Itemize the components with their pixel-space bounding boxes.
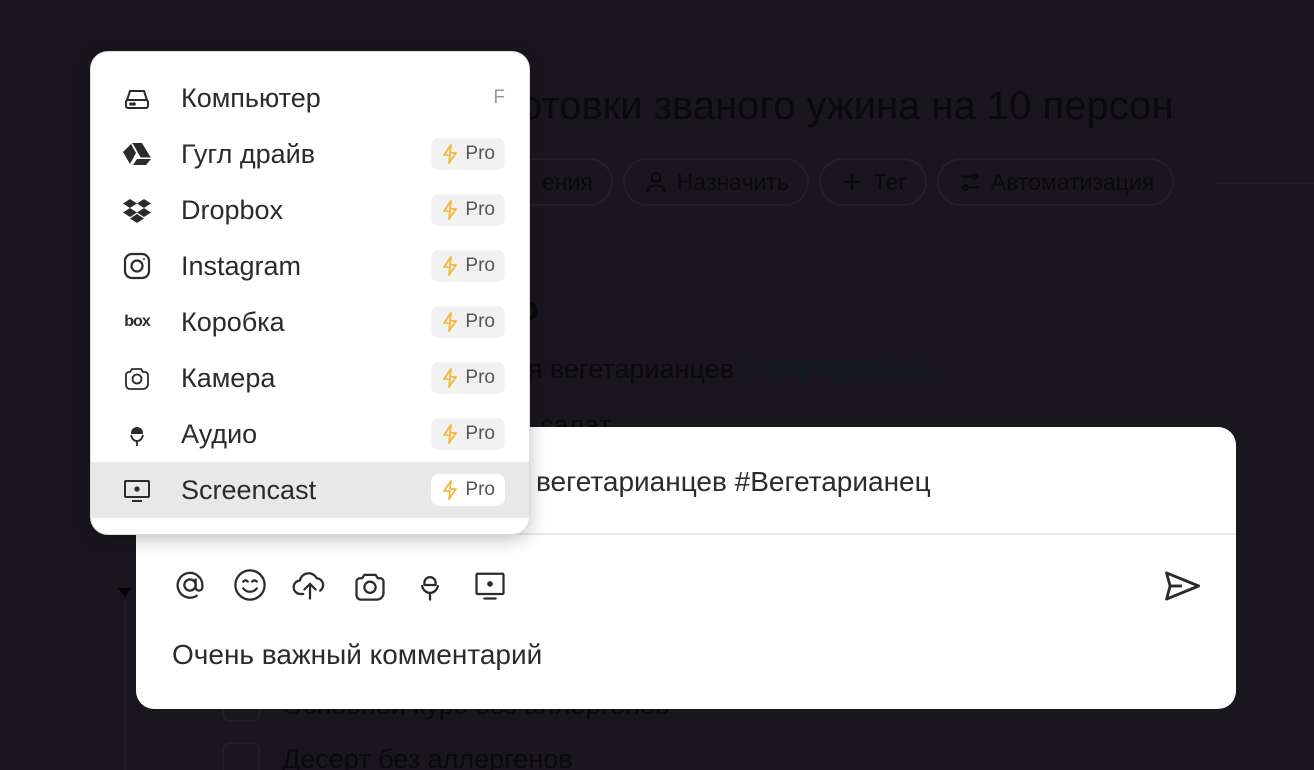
emoji-button[interactable] bbox=[230, 565, 270, 605]
task-action-chips: ения Назначить Тег Автоматизация bbox=[500, 158, 1175, 206]
pro-badge-label: Pro bbox=[465, 367, 495, 388]
user-icon bbox=[646, 172, 666, 192]
lightning-icon bbox=[443, 312, 458, 332]
menu-item-instagram[interactable]: Instagram Pro bbox=[91, 238, 529, 294]
task-title: отовки званого ужина на 10 персон bbox=[520, 84, 1174, 128]
menu-item-label: Камера bbox=[181, 362, 276, 393]
drive-icon bbox=[121, 82, 153, 114]
menu-item-label: Коробка bbox=[181, 306, 285, 337]
subtask-checkbox bbox=[222, 742, 260, 770]
menu-item-box[interactable]: box Коробка Pro bbox=[91, 294, 529, 350]
chip-assign: Назначить bbox=[622, 158, 809, 206]
box-icon: box bbox=[121, 306, 153, 338]
microphone-icon bbox=[121, 418, 153, 450]
pro-badge: Pro bbox=[431, 194, 505, 226]
lightning-icon bbox=[443, 144, 458, 164]
instagram-icon bbox=[121, 250, 153, 282]
subtask-tag: #Вегетарианец bbox=[741, 354, 931, 384]
chip-assign-label: Назначить bbox=[676, 168, 789, 195]
pro-badge: Pro bbox=[431, 306, 505, 338]
menu-item-dropbox[interactable]: Dropbox Pro bbox=[91, 182, 529, 238]
upload-icon bbox=[292, 572, 325, 600]
menu-item-camera[interactable]: Камера Pro bbox=[91, 350, 529, 406]
emoji-icon bbox=[234, 569, 266, 601]
screencast-icon bbox=[475, 572, 505, 600]
sliders-icon bbox=[961, 173, 979, 191]
menu-item-label: Аудио bbox=[181, 418, 258, 449]
dropbox-icon bbox=[121, 194, 153, 226]
send-button[interactable] bbox=[1160, 564, 1204, 608]
screencast-button[interactable] bbox=[470, 565, 510, 605]
menu-item-label: Screencast bbox=[181, 474, 317, 505]
menu-item-audio[interactable]: Аудио Pro bbox=[91, 406, 529, 462]
camera-icon bbox=[121, 362, 153, 394]
menu-item-label: Гугл драйв bbox=[181, 138, 316, 169]
subtask-text: ля вегетарианцев #Вегетарианец bbox=[512, 354, 930, 385]
subtask-text: Десерт без аллергенов bbox=[282, 744, 573, 770]
chip-tag: Тег bbox=[818, 158, 927, 206]
pro-badge: Pro bbox=[431, 418, 505, 450]
audio-button[interactable] bbox=[410, 565, 450, 605]
attach-source-menu: Компьютер F Гугл драйв Pro Dropbox Pro I… bbox=[90, 51, 530, 535]
send-icon bbox=[1165, 571, 1201, 601]
menu-item-label: Dropbox bbox=[181, 194, 284, 225]
microphone-icon bbox=[421, 576, 439, 601]
mention-button[interactable] bbox=[170, 565, 210, 605]
chip-automation: Автоматизация bbox=[936, 158, 1175, 206]
quoted-task-text: вегетарианцев #Вегетарианец bbox=[536, 466, 931, 497]
menu-item-label: Компьютер bbox=[181, 82, 321, 113]
box-logo-text: box bbox=[124, 313, 150, 330]
camera-button[interactable] bbox=[350, 565, 390, 605]
screencast-icon bbox=[121, 474, 153, 506]
lightning-icon bbox=[443, 424, 458, 444]
chip-deadline-label: ения bbox=[542, 168, 593, 195]
pro-badge-label: Pro bbox=[465, 423, 495, 444]
lightning-icon bbox=[443, 480, 458, 500]
camera-icon bbox=[355, 573, 385, 601]
menu-item-label: Instagram bbox=[181, 250, 302, 281]
subtask-text-main: ля вегетарианцев bbox=[512, 354, 742, 384]
pro-badge-label: Pro bbox=[465, 255, 495, 276]
menu-item-computer[interactable]: Компьютер F bbox=[91, 70, 529, 126]
menu-item-screencast[interactable]: Screencast Pro bbox=[91, 462, 529, 518]
pro-badge: Pro bbox=[431, 250, 505, 282]
pro-badge-label: Pro bbox=[465, 143, 495, 164]
divider bbox=[1216, 182, 1314, 184]
subtask-guide-line bbox=[124, 600, 126, 770]
composer-toolbar bbox=[170, 565, 510, 605]
at-icon bbox=[176, 571, 204, 599]
lightning-icon bbox=[443, 368, 458, 388]
pro-badge-label: Pro bbox=[465, 311, 495, 332]
lightning-icon bbox=[443, 256, 458, 276]
shortcut-key: F bbox=[493, 87, 505, 108]
chip-tag-label: Тег bbox=[872, 168, 907, 195]
pro-badge-label: Pro bbox=[465, 199, 495, 220]
menu-item-google-drive[interactable]: Гугл драйв Pro bbox=[91, 126, 529, 182]
chip-automation-label: Автоматизация bbox=[990, 168, 1155, 195]
pro-badge: Pro bbox=[431, 474, 505, 506]
comment-input[interactable]: Очень важный комментарий bbox=[172, 639, 542, 671]
upload-button[interactable] bbox=[290, 565, 330, 605]
lightning-icon bbox=[443, 200, 458, 220]
plus-icon bbox=[843, 173, 861, 191]
google-drive-icon bbox=[121, 138, 153, 170]
pro-badge: Pro bbox=[431, 362, 505, 394]
pro-badge: Pro bbox=[431, 138, 505, 170]
pro-badge-label: Pro bbox=[465, 479, 495, 500]
collapse-arrow-icon bbox=[118, 588, 132, 597]
